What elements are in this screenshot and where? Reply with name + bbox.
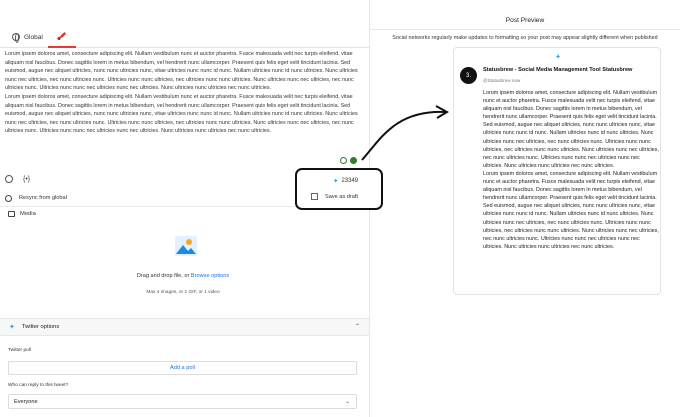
tweet-paragraph-2: Lorum ipsem doloros amet, consecture adi…	[483, 170, 659, 250]
add-poll-button[interactable]: Add a poll	[8, 361, 357, 375]
tab-twitter[interactable]	[48, 26, 76, 48]
character-counter: ✦ 23349	[333, 177, 358, 185]
resync-from-global-button[interactable]: Resync from global	[5, 192, 67, 204]
twitter-brand-icon	[57, 32, 66, 41]
tweet-preview-card: ✦ 3. Statusbrew - Social Media Managemen…	[453, 47, 661, 295]
tweet-body: Lorum ipsem doloros amet, consecture adi…	[483, 89, 659, 251]
media-limits: Max 4 images, or 1 GIF, or 1 video	[146, 290, 220, 295]
twitter-bird-icon: ✦	[555, 54, 561, 61]
emoji-icon[interactable]	[5, 175, 13, 183]
tab-global[interactable]: Global	[12, 26, 43, 48]
preview-subtitle: Social networks regularly make updates t…	[392, 35, 658, 41]
avatar: 3.	[460, 67, 477, 84]
grammar-check-icon[interactable]	[350, 157, 357, 164]
twitter-bird-icon: ✦	[9, 324, 15, 331]
character-count: 23349	[341, 178, 359, 184]
chevron-down-icon: ⌄	[344, 399, 350, 405]
divider	[370, 29, 680, 30]
media-label: Media	[20, 211, 36, 217]
tweet-paragraph-1: Lorum ipsem doloros amet, consecture adi…	[483, 90, 659, 169]
post-preview-panel: Post Preview Social networks regularly m…	[370, 0, 680, 417]
character-counter-callout: ✦ 23349 Save as draft	[295, 168, 383, 210]
network-tabs: Global	[0, 26, 369, 48]
editor-paragraph-2: Lorum ipsem doloros amet, consecture adi…	[5, 93, 358, 135]
media-dropzone[interactable]: Drag and drop file, or Browse options Ma…	[8, 220, 358, 308]
sync-icon	[5, 194, 12, 202]
media-section-header: Media	[8, 211, 36, 217]
browse-options-link[interactable]: Browse options	[191, 273, 229, 279]
variables-button[interactable]: {•}	[23, 176, 30, 183]
twitter-bird-icon: ✦	[333, 178, 339, 185]
chevron-up-icon[interactable]: ⌃	[355, 323, 360, 330]
image-icon	[8, 211, 15, 217]
save-as-draft-label: Save as draft	[325, 193, 358, 200]
post-editor[interactable]: Lorum ipsem doloros amet, consecture adi…	[5, 50, 360, 136]
globe-icon	[12, 33, 20, 43]
resync-label: Resync from global	[19, 195, 67, 201]
save-as-draft-option[interactable]: Save as draft	[311, 193, 358, 200]
editor-status-icons	[340, 157, 357, 164]
poll-label: Twitter poll	[8, 348, 31, 353]
image-upload-icon	[175, 236, 197, 256]
drop-text: Drag and drop file, or	[136, 273, 191, 279]
location-icon[interactable]	[340, 157, 347, 164]
account-handle: @Statusbrew now	[483, 78, 521, 83]
save-as-draft-checkbox[interactable]	[311, 193, 318, 200]
reply-setting-value: Everyone	[14, 398, 38, 405]
editor-paragraph-1: Lorum ipsem doloros amet, consecture adi…	[5, 51, 358, 92]
account-name: Statusbrew - Social Media Management Too…	[483, 67, 633, 73]
twitter-options-label: Twitter options	[21, 324, 60, 330]
twitter-options-header[interactable]: ✦ Twitter options ⌃	[0, 318, 369, 336]
reply-setting-select[interactable]: Everyone ⌄	[8, 394, 357, 409]
composer-window: Global Lorum ipsem doloros amet, consect…	[0, 0, 680, 417]
drop-instructions: Drag and drop file, or Browse options	[8, 273, 358, 279]
editor-toolbar: {•}	[5, 175, 30, 183]
reply-setting-label: Who can reply to this tweet?	[8, 383, 69, 388]
preview-title: Post Preview	[505, 17, 545, 24]
tab-global-label: Global	[24, 33, 43, 41]
